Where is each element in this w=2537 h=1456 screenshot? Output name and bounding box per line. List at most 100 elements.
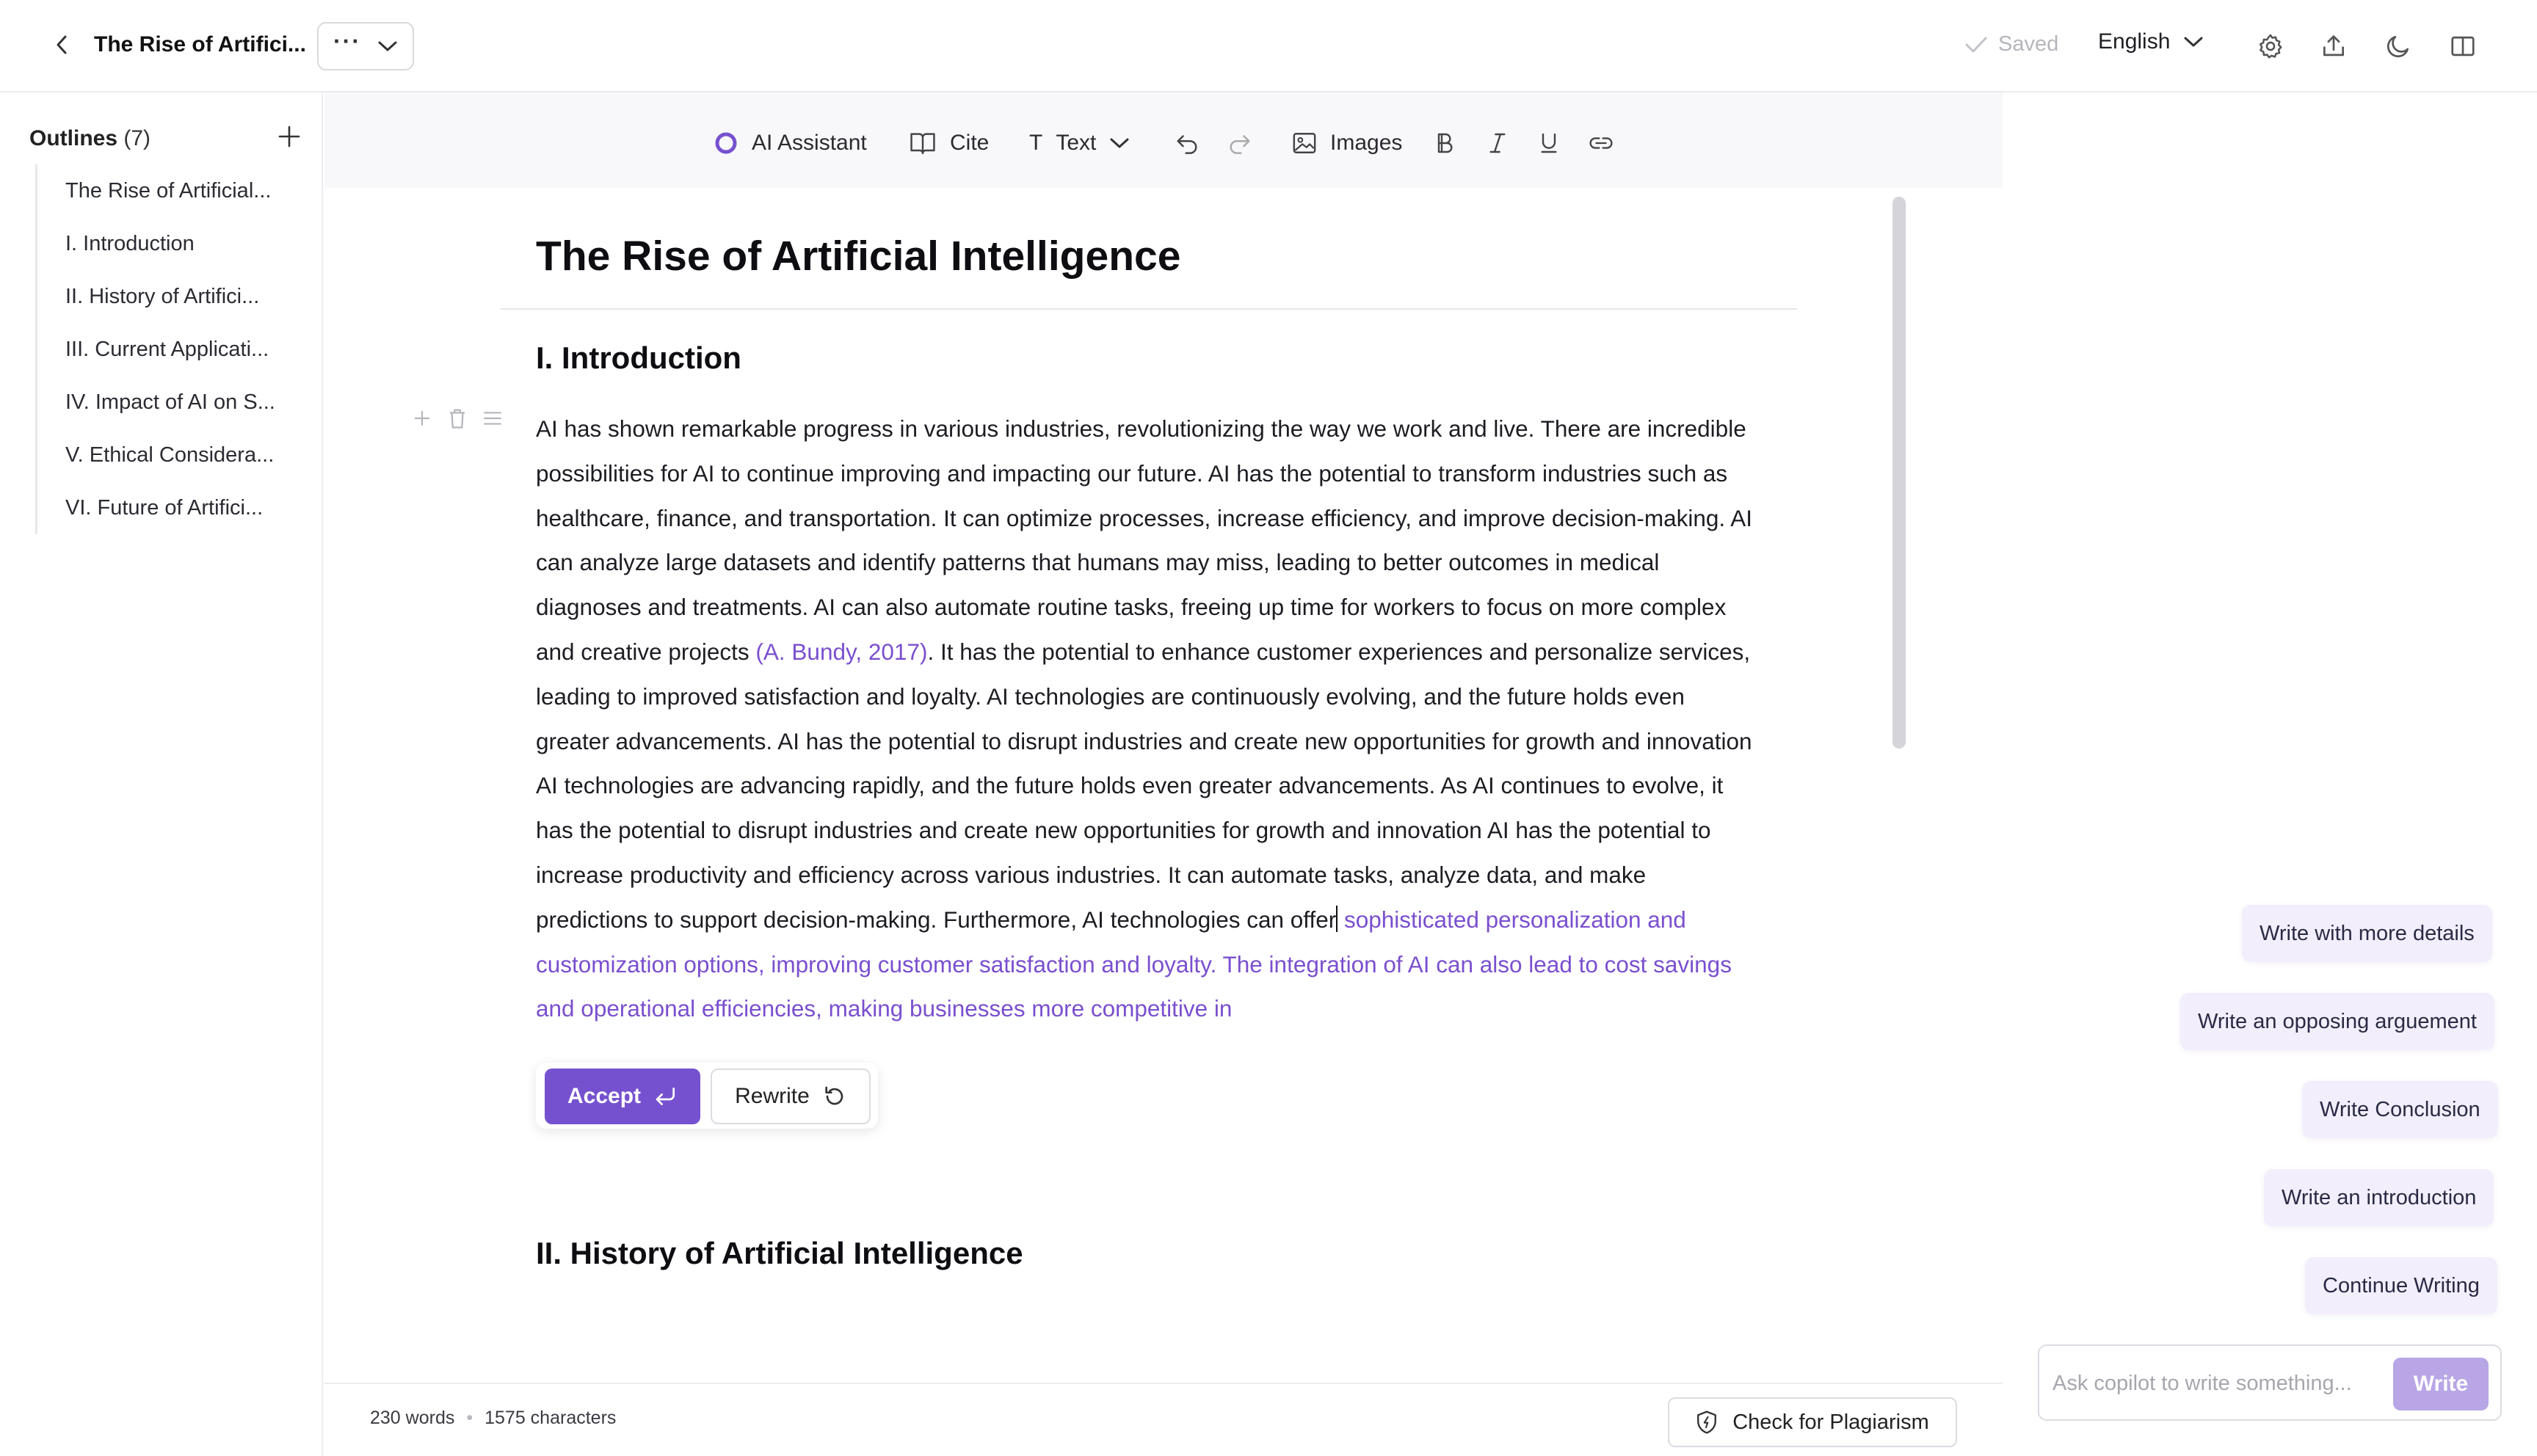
- book-icon: [910, 133, 935, 155]
- trash-icon: [450, 409, 465, 429]
- undo-button[interactable]: [1175, 126, 1199, 160]
- editor-toolbar: AI Assistant Cite T Text Images: [324, 92, 2003, 188]
- delete-block-button[interactable]: [446, 405, 468, 432]
- copilot-input[interactable]: [2053, 1359, 2383, 1408]
- accept-button[interactable]: Accept: [545, 1069, 700, 1124]
- text-style-label: Text: [1056, 131, 1097, 155]
- top-bar: The Rise of Artifici... ··· Saved Englis…: [0, 0, 2537, 92]
- chevron-down-icon: [1110, 138, 1129, 148]
- section-heading-introduction[interactable]: I. Introduction: [536, 341, 741, 376]
- saved-label: Saved: [1998, 32, 2059, 56]
- outline-item[interactable]: V. Ethical Considera...: [37, 429, 314, 481]
- share-upload-icon: [2323, 35, 2345, 57]
- word-count: 230 words: [370, 1408, 455, 1428]
- ai-assistant-button[interactable]: AI Assistant: [714, 126, 867, 160]
- check-plagiarism-button[interactable]: Check for Plagiarism: [1668, 1397, 1957, 1447]
- language-label: English: [2098, 29, 2171, 54]
- image-icon: [1293, 133, 1316, 153]
- block-tools: [411, 405, 504, 432]
- redo-icon: [1230, 135, 1250, 154]
- undo-icon: [1177, 135, 1197, 154]
- check-plagiarism-label: Check for Plagiarism: [1732, 1410, 1929, 1434]
- suggestion-actions: Accept Rewrite: [536, 1063, 878, 1129]
- cite-button[interactable]: Cite: [909, 126, 989, 160]
- underline-icon: [1541, 133, 1557, 153]
- chevron-down-icon: [378, 41, 397, 51]
- ai-assistant-label: AI Assistant: [752, 131, 867, 155]
- status-bar: 230 words • 1575 characters Check for Pl…: [324, 1383, 2003, 1456]
- introduction-paragraph[interactable]: AI has shown remarkable progress in vari…: [536, 407, 1754, 1031]
- plus-icon: [278, 125, 300, 148]
- export-button[interactable]: [2315, 28, 2352, 65]
- suggestion-chip-introduction[interactable]: Write an introduction: [2264, 1169, 2494, 1226]
- text-style-icon: T: [1029, 131, 1043, 155]
- document-stats: 230 words • 1575 characters: [370, 1408, 616, 1429]
- editor-scrollbar[interactable]: [1892, 197, 1906, 749]
- write-button[interactable]: Write: [2393, 1358, 2489, 1410]
- chevron-left-icon: [57, 35, 67, 54]
- back-button[interactable]: [47, 28, 76, 62]
- moon-icon: [2387, 35, 2409, 58]
- stats-separator: •: [466, 1408, 473, 1428]
- outline-list: The Rise of Artificial... I. Introductio…: [35, 164, 314, 534]
- redo-button[interactable]: [1227, 126, 1252, 160]
- cite-label: Cite: [950, 131, 990, 155]
- rewrite-button[interactable]: Rewrite: [711, 1069, 871, 1124]
- settings-button[interactable]: [2252, 28, 2289, 65]
- link-icon: [1589, 137, 1613, 149]
- outline-item[interactable]: The Rise of Artificial...: [37, 164, 314, 217]
- rewrite-label: Rewrite: [735, 1084, 810, 1108]
- outline-sidebar: Outlines (7) The Rise of Artificial... I…: [0, 92, 323, 1456]
- images-button[interactable]: Images: [1292, 126, 1402, 160]
- outline-item[interactable]: VI. Future of Artifici...: [37, 481, 314, 534]
- check-icon: [1965, 37, 1987, 52]
- bold-icon: [1437, 133, 1453, 153]
- ai-ring-icon: [715, 132, 737, 154]
- suggestion-chip-conclusion[interactable]: Write Conclusion: [2302, 1081, 2498, 1138]
- suggestion-chip-continue-writing[interactable]: Continue Writing: [2305, 1257, 2497, 1314]
- gear-icon: [2259, 34, 2282, 59]
- images-label: Images: [1330, 131, 1403, 155]
- shield-icon: [1697, 1410, 1717, 1434]
- italic-icon: [1489, 133, 1506, 153]
- book-open-icon: [2451, 36, 2475, 57]
- document-title-heading[interactable]: The Rise of Artificial Intelligence: [536, 232, 1180, 280]
- italic-button[interactable]: [1487, 126, 1508, 160]
- add-outline-button[interactable]: [273, 120, 305, 153]
- section-heading-history[interactable]: II. History of Artificial Intelligence: [536, 1236, 1023, 1271]
- more-dots-icon: ···: [333, 28, 361, 54]
- outlines-count: (7): [123, 126, 151, 150]
- accept-label: Accept: [567, 1084, 642, 1108]
- bold-button[interactable]: [1434, 126, 1455, 160]
- drag-block-handle[interactable]: [482, 405, 504, 432]
- more-options-button[interactable]: ···: [317, 22, 414, 70]
- outline-item[interactable]: IV. Impact of AI on S...: [37, 376, 314, 429]
- outlines-title: Outlines: [29, 126, 118, 150]
- title-divider: [501, 308, 1797, 310]
- panel-toggle-button[interactable]: [2445, 28, 2481, 65]
- underline-button[interactable]: [1539, 126, 1559, 160]
- outline-item[interactable]: III. Current Applicati...: [37, 323, 314, 376]
- outline-item[interactable]: I. Introduction: [37, 217, 314, 270]
- character-count: 1575 characters: [484, 1408, 617, 1428]
- enter-return-icon: [656, 1088, 675, 1105]
- copilot-input-box: Write: [2038, 1344, 2502, 1421]
- suggestion-chip-opposing-argument[interactable]: Write an opposing arguement: [2180, 993, 2494, 1050]
- text-style-dropdown[interactable]: T Text: [1029, 126, 1130, 160]
- dark-mode-toggle[interactable]: [2380, 28, 2417, 65]
- drag-lines-icon: [484, 412, 501, 425]
- paragraph-text-continued: . It has the potential to enhance custom…: [536, 638, 1752, 933]
- language-select[interactable]: English: [2098, 29, 2204, 54]
- chevron-down-icon: [2184, 37, 2203, 47]
- citation-link[interactable]: (A. Bundy, 2017): [755, 638, 927, 665]
- add-block-button[interactable]: [411, 405, 433, 432]
- outline-item[interactable]: II. History of Artifici...: [37, 270, 314, 323]
- link-button[interactable]: [1589, 126, 1614, 160]
- document-title[interactable]: The Rise of Artifici...: [94, 32, 306, 57]
- paragraph-text: AI has shown remarkable progress in vari…: [536, 415, 1752, 665]
- plus-icon: [414, 410, 430, 426]
- saved-status: Saved: [1964, 32, 2058, 57]
- refresh-icon: [825, 1086, 843, 1105]
- suggestion-chip-more-details[interactable]: Write with more details: [2242, 905, 2492, 962]
- copilot-panel: [2004, 92, 2537, 1456]
